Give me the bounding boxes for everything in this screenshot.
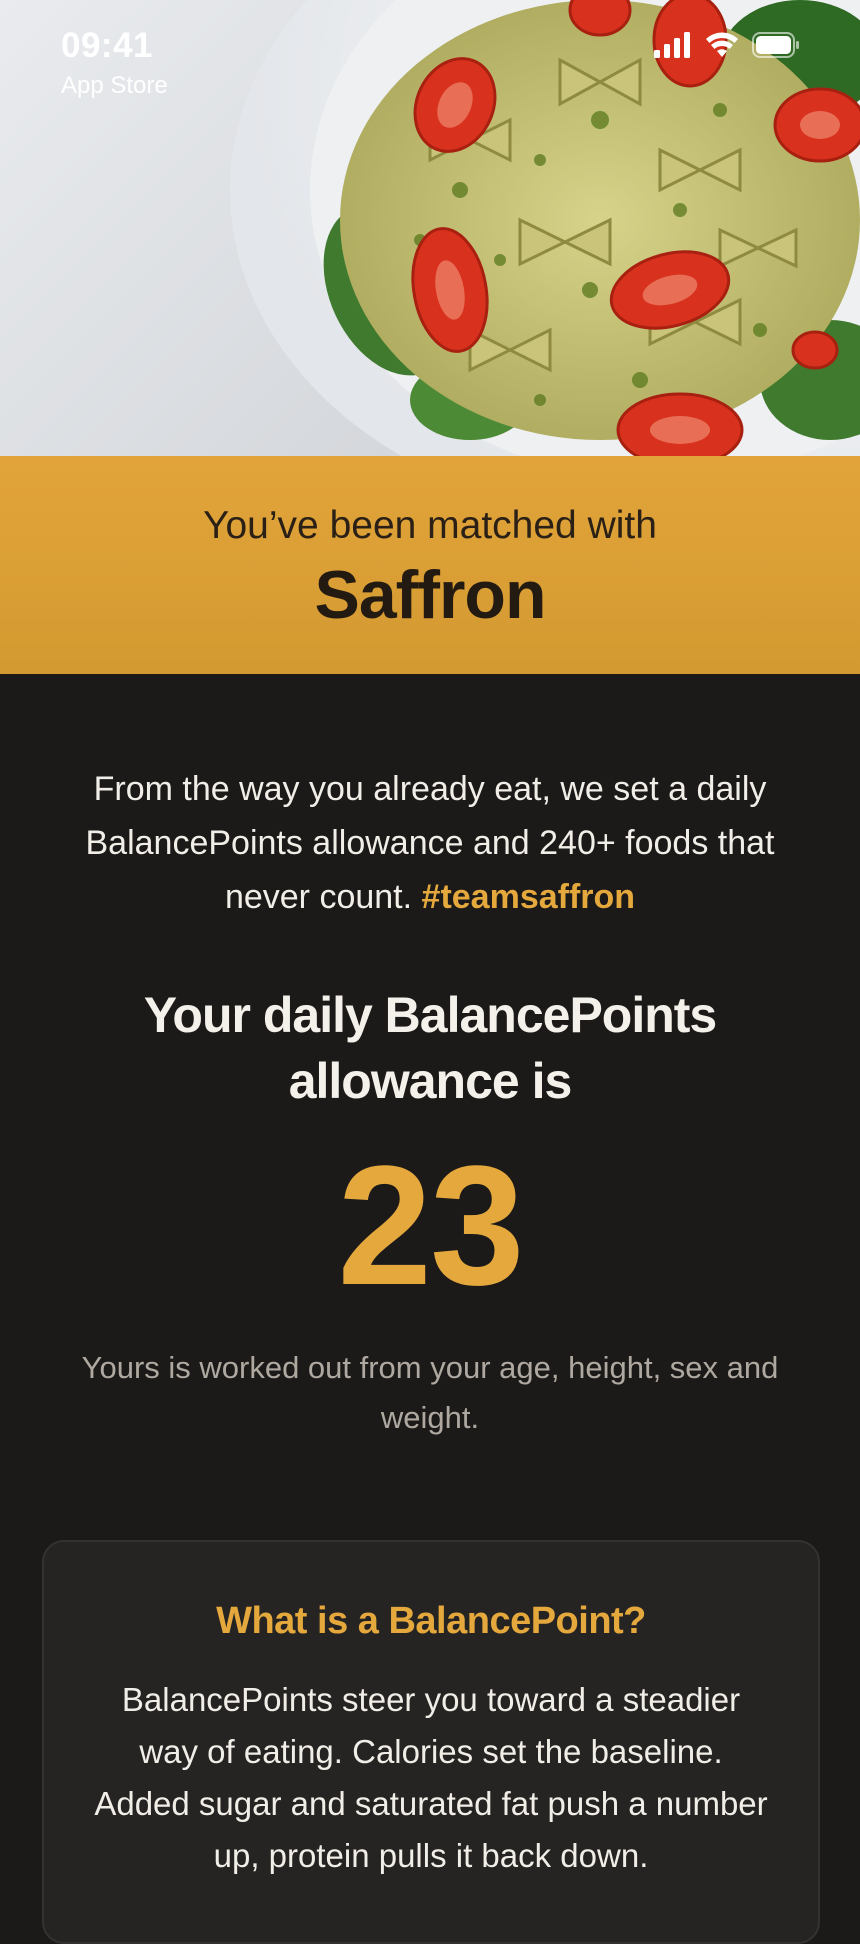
match-banner: You’ve been matched with Saffron: [0, 456, 860, 674]
info-card-body: BalancePoints steer you toward a steadie…: [94, 1681, 768, 1874]
match-name: Saffron: [314, 557, 547, 633]
allowance-value: 23: [337, 1131, 524, 1321]
info-card-title: What is a BalancePoint?: [216, 1600, 646, 1642]
back-to-app-link[interactable]: App Store: [61, 72, 168, 100]
wifi-icon: [706, 32, 738, 57]
cellular-signal-icon: [654, 32, 690, 58]
intro-paragraph: From the way you already eat, we set a d…: [60, 762, 800, 924]
allowance-note: Yours is worked out from your age, heigh…: [81, 1350, 779, 1435]
battery-icon: [752, 32, 799, 58]
info-card: What is a BalancePoint? BalancePoints st…: [42, 1540, 820, 1944]
intro-hashtag: #teamsaffron: [421, 878, 636, 916]
allowance-heading: Your daily BalancePoints allowance is: [143, 987, 717, 1109]
status-icons: [654, 32, 800, 58]
match-subtitle: You’ve been matched with: [203, 504, 657, 547]
status-time: 09:41: [61, 26, 154, 65]
status-bar: 09:41 App Store: [0, 0, 860, 110]
